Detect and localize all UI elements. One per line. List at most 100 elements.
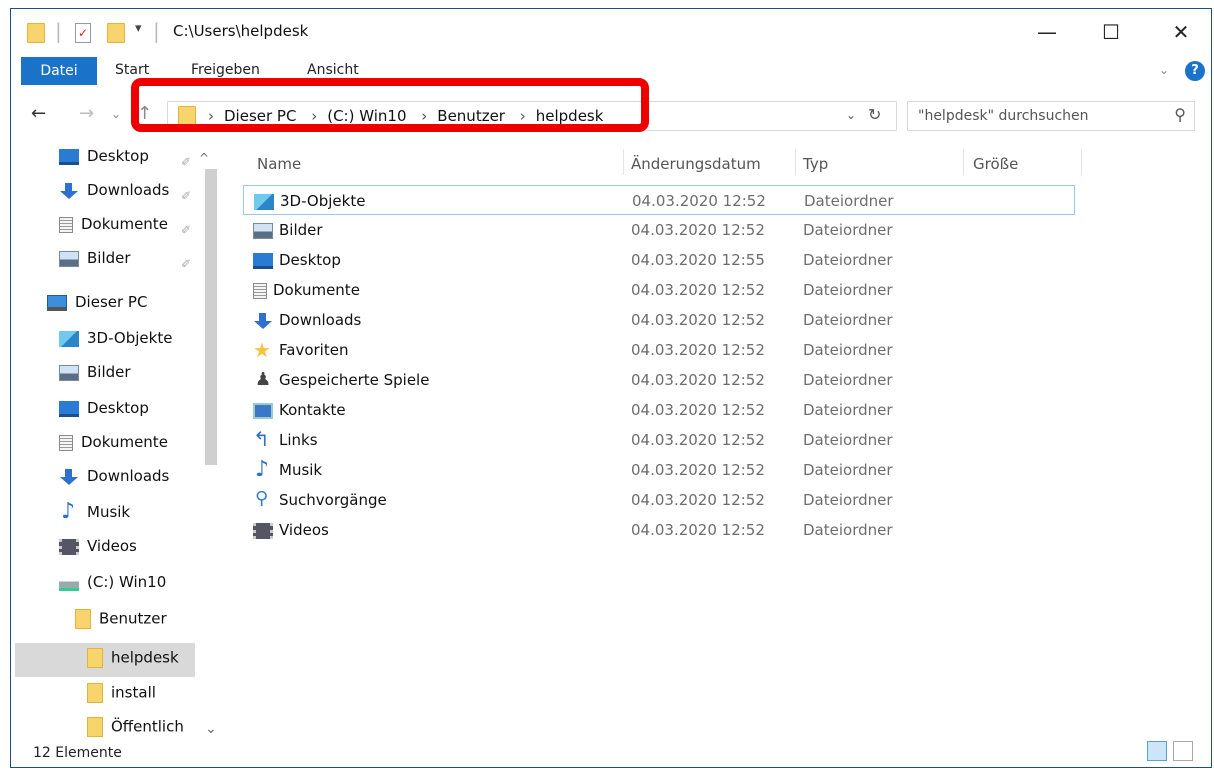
file-name: Favoriten	[279, 341, 349, 359]
minimize-button[interactable]: —	[1027, 17, 1067, 47]
details-view-icon[interactable]	[1147, 741, 1167, 761]
pin-icon[interactable]: ✐	[181, 223, 191, 237]
pin-icon[interactable]: ✐	[181, 155, 191, 169]
folder-icon	[27, 23, 45, 43]
recent-locations-chevron-icon[interactable]: ⌄	[111, 107, 121, 121]
sidebar-item-label: Öffentlich	[111, 717, 184, 736]
file-name: Bilder	[279, 221, 323, 239]
sidebar-item-dokumente[interactable]: Dokumente	[59, 433, 168, 461]
column-divider[interactable]	[1081, 149, 1082, 175]
tab-start[interactable]: Start	[115, 62, 149, 78]
pin-icon[interactable]: ✐	[181, 257, 191, 271]
column-header-type[interactable]: Typ	[803, 155, 828, 173]
sidebar-item-dieser-pc[interactable]: Dieser PC	[47, 293, 147, 321]
sidebar-item-label: Videos	[87, 537, 137, 555]
sidebar-item-label: Dokumente	[81, 215, 168, 233]
table-row[interactable]: Gespeicherte Spiele 04.03.2020 12:52 Dat…	[243, 365, 1075, 395]
tab-freigeben[interactable]: Freigeben	[191, 62, 260, 78]
search-input[interactable]: "helpdesk" durchsuchen ⚲	[907, 101, 1195, 131]
file-date: 04.03.2020 12:52	[631, 281, 765, 299]
address-dropdown-icon[interactable]: ⌄	[846, 108, 856, 122]
file-date: 04.03.2020 12:55	[631, 251, 765, 269]
maximize-button[interactable]: ☐	[1091, 17, 1131, 47]
sidebar-item-downloads[interactable]: Downloads	[59, 467, 169, 495]
file-date: 04.03.2020 12:52	[631, 221, 765, 239]
scrollbar-thumb[interactable]	[205, 169, 217, 465]
sidebar-item-bilder[interactable]: Bilder	[59, 249, 131, 277]
sidebar-item-label: Benutzer	[99, 609, 167, 628]
sidebar-item-bilder[interactable]: Bilder	[59, 363, 131, 391]
sidebar-item-c-win10[interactable]: (C:) Win10	[59, 573, 166, 601]
column-headers: Name Änderungsdatum Typ Größe	[243, 143, 1083, 177]
column-divider[interactable]	[963, 149, 964, 175]
table-row[interactable]: 3D-Objekte 04.03.2020 12:52 Dateiordner	[243, 185, 1075, 215]
file-type: Dateiordner	[803, 461, 893, 479]
close-button[interactable]: ✕	[1161, 17, 1201, 47]
table-row[interactable]: Musik 04.03.2020 12:52 Dateiordner	[243, 455, 1075, 485]
sidebar-item-desktop[interactable]: Desktop	[59, 399, 149, 427]
file-date: 04.03.2020 12:52	[631, 491, 765, 509]
table-row[interactable]: Links 04.03.2020 12:52 Dateiordner	[243, 425, 1075, 455]
table-row[interactable]: Videos 04.03.2020 12:52 Dateiordner	[243, 515, 1075, 545]
column-divider[interactable]	[795, 149, 796, 175]
sidebar-item-label: Downloads	[87, 467, 170, 485]
tab-datei[interactable]: Datei	[21, 57, 97, 85]
favorites-star-icon	[253, 338, 273, 362]
table-row[interactable]: Bilder 04.03.2020 12:52 Dateiordner	[243, 215, 1075, 245]
table-row[interactable]: Kontakte 04.03.2020 12:52 Dateiordner	[243, 395, 1075, 425]
desktop-icon	[59, 148, 79, 165]
new-folder-icon[interactable]	[107, 23, 125, 43]
column-header-name[interactable]: Name	[257, 155, 301, 173]
back-arrow-icon[interactable]: ←	[31, 103, 46, 124]
file-name: Links	[279, 431, 318, 449]
forward-arrow-icon[interactable]: →	[79, 103, 94, 124]
file-date: 04.03.2020 12:52	[631, 371, 765, 389]
file-type: Dateiordner	[803, 251, 893, 269]
column-header-size[interactable]: Größe	[973, 155, 1018, 173]
file-date: 04.03.2020 12:52	[631, 311, 765, 329]
computer-icon	[47, 294, 67, 311]
searches-icon	[253, 488, 273, 509]
file-type: Dateiordner	[803, 371, 893, 389]
column-divider[interactable]	[623, 149, 624, 175]
tab-ansicht[interactable]: Ansicht	[307, 62, 359, 78]
file-name-cell: Gespeicherte Spiele	[253, 369, 429, 390]
column-header-date[interactable]: Änderungsdatum	[631, 155, 761, 173]
help-icon[interactable]: ?	[1185, 61, 1205, 81]
sidebar-item-musik[interactable]: Musik	[59, 499, 130, 531]
large-icons-view-icon[interactable]	[1173, 741, 1193, 761]
file-name: Videos	[279, 521, 329, 539]
quick-access-dropdown-icon[interactable]: ▾	[135, 21, 142, 36]
sidebar-item-label: Downloads	[87, 181, 170, 199]
sidebar-item-desktop[interactable]: Desktop	[59, 147, 149, 175]
table-row[interactable]: Downloads 04.03.2020 12:52 Dateiordner	[243, 305, 1075, 335]
sidebar-item-dokumente[interactable]: Dokumente	[59, 215, 168, 243]
sidebar-item-label: (C:) Win10	[87, 573, 167, 591]
table-row[interactable]: Desktop 04.03.2020 12:55 Dateiordner	[243, 245, 1075, 275]
sidebar-item-videos[interactable]: Videos	[59, 537, 137, 565]
file-type: Dateiordner	[803, 431, 893, 449]
table-row[interactable]: Suchvorgänge 04.03.2020 12:52 Dateiordne…	[243, 485, 1075, 515]
sidebar-item-label: Bilder	[87, 363, 131, 381]
desktop-icon	[59, 400, 79, 417]
sidebar-scrollbar[interactable]	[203, 149, 219, 734]
sidebar-item-benutzer[interactable]: Benutzer	[75, 609, 167, 637]
table-row[interactable]: Favoriten 04.03.2020 12:52 Dateiordner	[243, 335, 1075, 365]
ribbon-expand-icon[interactable]: ⌄	[1159, 63, 1169, 77]
sidebar-item-install[interactable]: install	[87, 683, 156, 711]
properties-icon[interactable]: ✓	[75, 23, 91, 43]
sidebar-item-label: Desktop	[87, 399, 149, 417]
sidebar-item-3d-objekte[interactable]: 3D-Objekte	[59, 329, 172, 357]
file-name-cell: Dokumente	[253, 281, 360, 299]
file-type: Dateiordner	[803, 341, 893, 359]
refresh-icon[interactable]: ↻	[868, 105, 881, 124]
sidebar-item-oeffentlich[interactable]: Öffentlich	[87, 717, 184, 745]
file-type: Dateiordner	[803, 311, 893, 329]
music-icon	[59, 499, 79, 524]
pin-icon[interactable]: ✐	[181, 189, 191, 203]
file-name: Desktop	[279, 251, 341, 269]
title-bar: | ✓ ▾ | C:\Users\helpdesk — ☐ ✕	[11, 9, 1211, 55]
table-row[interactable]: Dokumente 04.03.2020 12:52 Dateiordner	[243, 275, 1075, 305]
sidebar-item-helpdesk[interactable]: helpdesk	[15, 643, 195, 677]
sidebar-item-downloads[interactable]: Downloads	[59, 181, 169, 209]
